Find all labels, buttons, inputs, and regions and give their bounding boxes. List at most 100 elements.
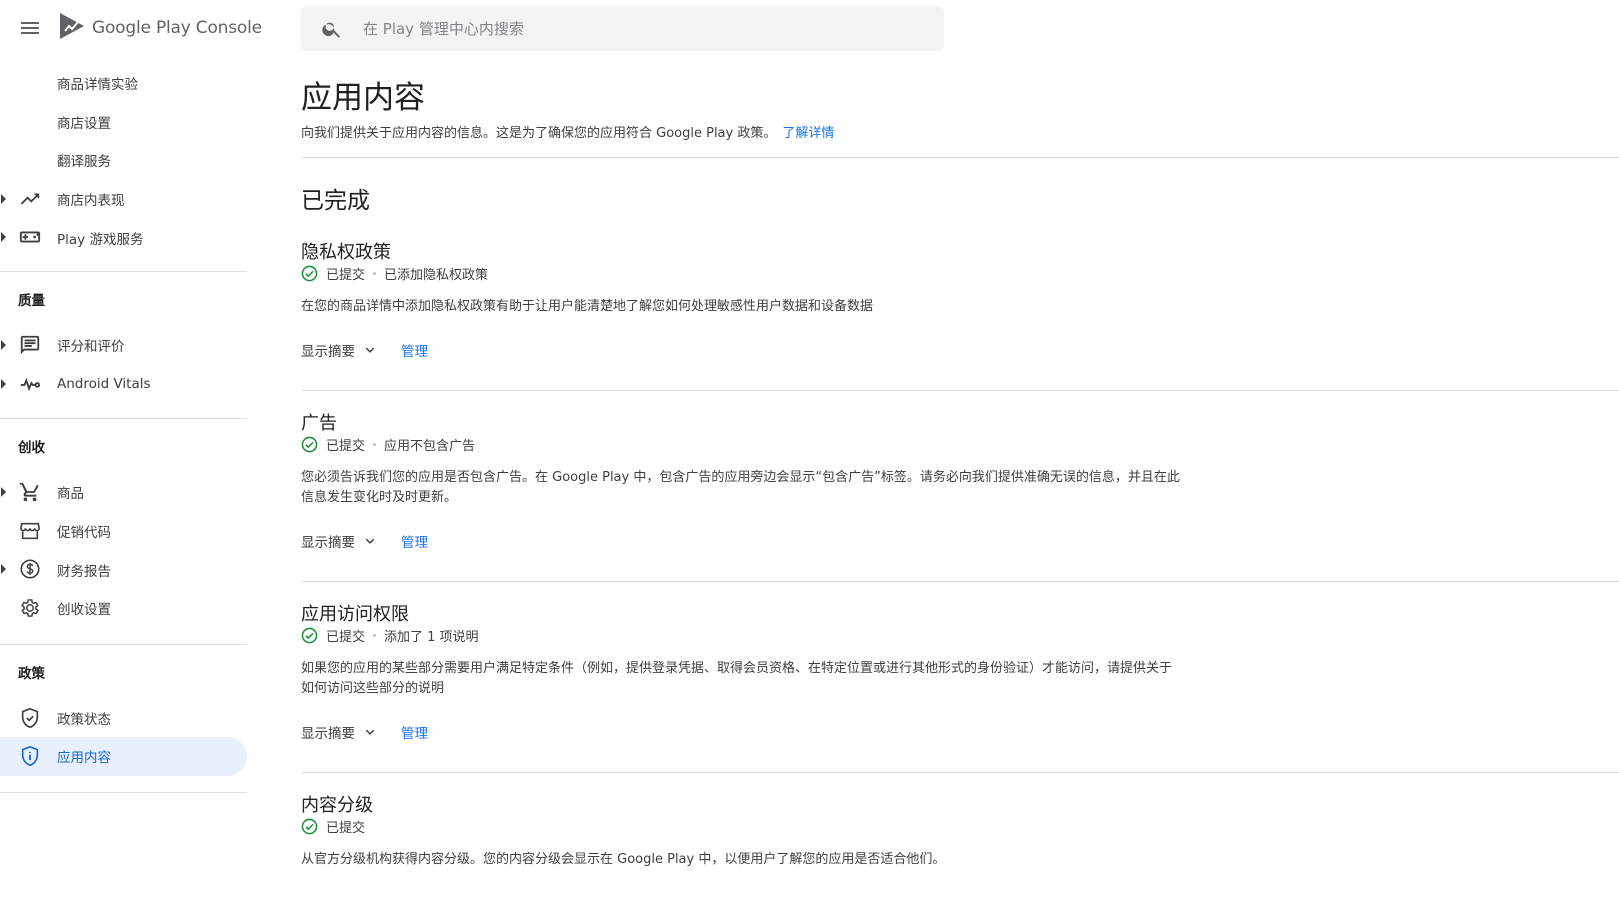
dollar-icon [20, 559, 40, 579]
cart-icon [19, 482, 39, 502]
app-title: Google Play Console [92, 18, 262, 38]
status-detail: 应用不包含广告 [384, 439, 476, 454]
trending-up-icon [20, 193, 40, 205]
sidebar-item-android-vitals[interactable]: Android Vitals [0, 365, 248, 404]
sidebar-section-policy: 政策 [18, 665, 45, 682]
completed-heading: 已完成 [301, 188, 370, 214]
sidebar-item-financial-reports[interactable]: 财务报告 [0, 550, 248, 589]
sidebar-item-play-games[interactable]: Play 游戏服务 [0, 218, 248, 257]
sidebar-item-label: 商店内表现 [57, 193, 125, 210]
status-text: 已提交 [326, 630, 366, 645]
sidebar-item-label: 创收设置 [57, 602, 111, 619]
shield-info-icon [21, 746, 39, 767]
card-description: 从官方分级机构获得内容分级。您的内容分级会显示在 Google Play 中，以… [301, 852, 946, 867]
search-icon [322, 22, 341, 38]
page-title: 应用内容 [301, 80, 425, 116]
card-description: 如果您的应用的某些部分需要用户满足特定条件（例如，提供登录凭据、取得会员资格、在… [301, 661, 1173, 696]
card-actions: 显示摘要 管理 [301, 531, 428, 551]
shield-check-icon [21, 707, 39, 728]
status-text: 已提交 [326, 439, 366, 454]
sidebar-item-store-performance[interactable]: 商店内表现 [0, 180, 248, 219]
store-icon [20, 522, 40, 539]
learn-more-link[interactable]: 了解详情 [782, 126, 834, 141]
card-title: 应用访问权限 [301, 604, 409, 625]
show-summary-button[interactable]: 显示摘要 [301, 531, 379, 551]
check-circle-icon [301, 436, 318, 453]
card-actions: 显示摘要 管理 [301, 722, 428, 742]
card-description: 您必须告诉我们您的应用是否包含广告。在 Google Play 中，包含广告的应… [301, 470, 1180, 505]
sidebar-item-listing-experiments[interactable]: 商品详情实验 [0, 64, 248, 103]
separator-dot [373, 443, 377, 446]
sidebar-item-label: 商品 [57, 486, 84, 503]
sidebar-item-label: 商品详情实验 [57, 77, 138, 94]
expand-caret-icon[interactable] [1, 232, 6, 243]
manage-button[interactable]: 管理 [401, 340, 428, 360]
card-divider [301, 772, 1619, 773]
card-status: 已提交 添加了 1 项说明 [301, 626, 479, 645]
expand-caret-icon[interactable] [1, 339, 6, 350]
card-status: 已提交 已添加隐私权政策 [301, 264, 488, 283]
page-subtitle: 向我们提供关于应用内容的信息。这是为了确保您的应用符合 Google Play … [301, 122, 834, 141]
sidebar: 商品详情实验 商店设置 翻译服务 商店内表现 Play 游戏服务 质量 评分和评… [0, 64, 248, 793]
card-actions: 显示摘要 管理 [301, 340, 428, 360]
separator-dot [373, 272, 377, 275]
expand-caret-icon[interactable] [1, 487, 6, 498]
search-bar[interactable] [301, 6, 944, 51]
card-divider [301, 581, 1619, 582]
sidebar-item-promo-codes[interactable]: 促销代码 [0, 512, 248, 551]
card-status: 已提交 [301, 817, 365, 836]
sidebar-divider [0, 791, 247, 793]
rating-icon [20, 335, 40, 355]
gear-icon [21, 599, 39, 617]
show-summary-label: 显示摘要 [301, 535, 355, 551]
expand-caret-icon[interactable] [1, 193, 6, 204]
sidebar-item-app-content[interactable]: 应用内容 [0, 737, 247, 776]
chevron-down-icon [365, 729, 375, 735]
show-summary-button[interactable]: 显示摘要 [301, 340, 379, 360]
sidebar-item-label: Android Vitals [57, 375, 151, 392]
search-input[interactable] [361, 18, 925, 39]
card-divider [301, 390, 1619, 391]
sidebar-item-label: 评分和评价 [57, 339, 125, 356]
card-title: 广告 [301, 413, 337, 434]
card-status: 已提交 应用不包含广告 [301, 435, 475, 454]
sidebar-item-label: 政策状态 [57, 711, 111, 728]
separator-dot [373, 634, 377, 637]
sidebar-item-label: 商店设置 [57, 115, 111, 132]
card-title: 内容分级 [301, 795, 373, 816]
vitals-icon [20, 377, 41, 391]
gamepad-icon [19, 231, 41, 243]
show-summary-label: 显示摘要 [301, 726, 355, 742]
sidebar-item-label: Play 游戏服务 [57, 231, 144, 248]
check-circle-icon [301, 627, 318, 644]
show-summary-button[interactable]: 显示摘要 [301, 722, 379, 742]
card-title: 隐私权政策 [301, 242, 391, 263]
manage-button[interactable]: 管理 [401, 722, 428, 742]
show-summary-label: 显示摘要 [301, 344, 355, 360]
sidebar-item-label: 应用内容 [57, 750, 111, 767]
status-text: 已提交 [326, 821, 366, 836]
manage-button[interactable]: 管理 [401, 531, 428, 551]
check-circle-icon [301, 265, 318, 282]
sidebar-item-products[interactable]: 商品 [0, 473, 248, 512]
status-text: 已提交 [326, 268, 366, 283]
sidebar-item-monetize-settings[interactable]: 创收设置 [0, 589, 248, 628]
sidebar-item-store-settings[interactable]: 商店设置 [0, 103, 248, 142]
play-console-logo-icon [58, 11, 86, 45]
play-console-logo[interactable]: Google Play Console [58, 12, 262, 44]
page-subtitle-text: 向我们提供关于应用内容的信息。这是为了确保您的应用符合 Google Play … [301, 126, 777, 141]
status-detail: 已添加隐私权政策 [384, 268, 489, 283]
sidebar-item-label: 促销代码 [57, 525, 111, 542]
sidebar-item-translation[interactable]: 翻译服务 [0, 141, 248, 180]
sidebar-item-policy-status[interactable]: 政策状态 [0, 699, 248, 738]
status-detail: 添加了 1 项说明 [384, 630, 479, 645]
sidebar-item-ratings[interactable]: 评分和评价 [0, 326, 248, 365]
sidebar-section-quality: 质量 [18, 292, 45, 309]
expand-caret-icon[interactable] [1, 378, 6, 389]
sidebar-item-label: 财务报告 [57, 563, 111, 580]
sidebar-item-label: 翻译服务 [57, 154, 111, 171]
card-description: 在您的商品详情中添加隐私权政策有助于让用户能清楚地了解您如何处理敏感性用户数据和… [301, 299, 874, 314]
expand-caret-icon[interactable] [1, 564, 6, 575]
sidebar-section-monetize: 创收 [18, 440, 45, 457]
menu-icon[interactable] [18, 16, 42, 40]
